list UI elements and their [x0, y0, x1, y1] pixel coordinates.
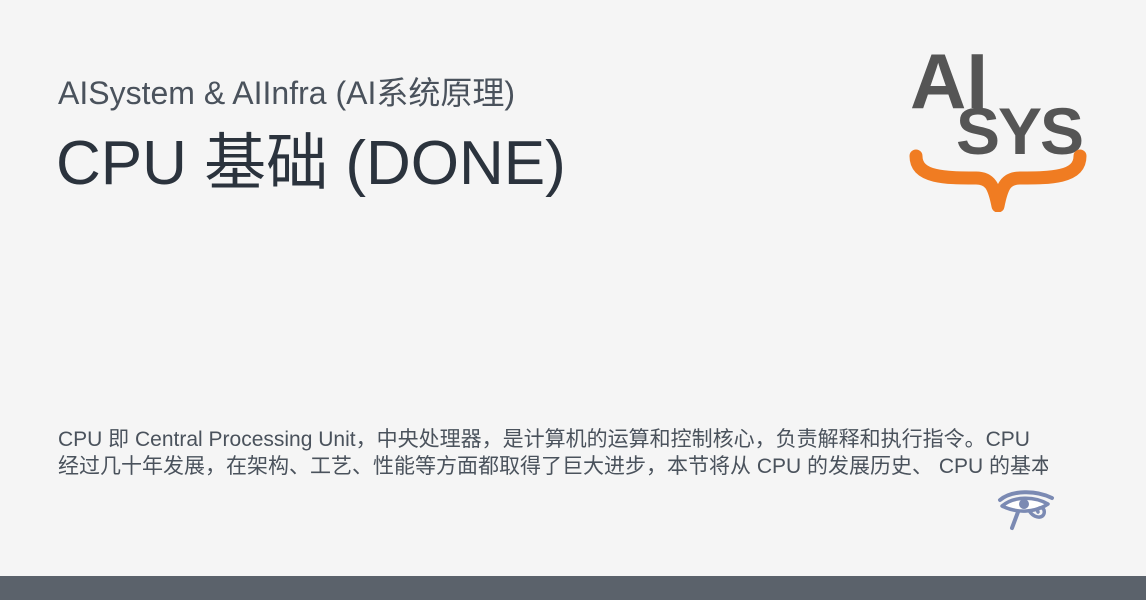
page-description: CPU 即 Central Processing Unit，中央处理器，是计算机…	[58, 426, 1048, 480]
description-line-2: 经过几十年发展，在架构、工艺、性能等方面都取得了巨大进步，本节将从 CPU 的发…	[58, 455, 1048, 478]
footer-bar	[0, 576, 1146, 600]
page-subtitle: AISystem & AIInfra (AI系统原理)	[58, 75, 515, 111]
eye-of-horus-icon	[998, 490, 1054, 530]
logo-bottom-text: SYS	[956, 94, 1082, 168]
aisys-logo: AI SYS	[909, 40, 1087, 212]
preview-card: AISystem & AIInfra (AI系统原理) CPU 基础 (DONE…	[0, 0, 1146, 576]
page-title: CPU 基础 (DONE)	[56, 129, 566, 198]
description-line-1: CPU 即 Central Processing Unit，中央处理器，是计算机…	[58, 428, 1030, 451]
